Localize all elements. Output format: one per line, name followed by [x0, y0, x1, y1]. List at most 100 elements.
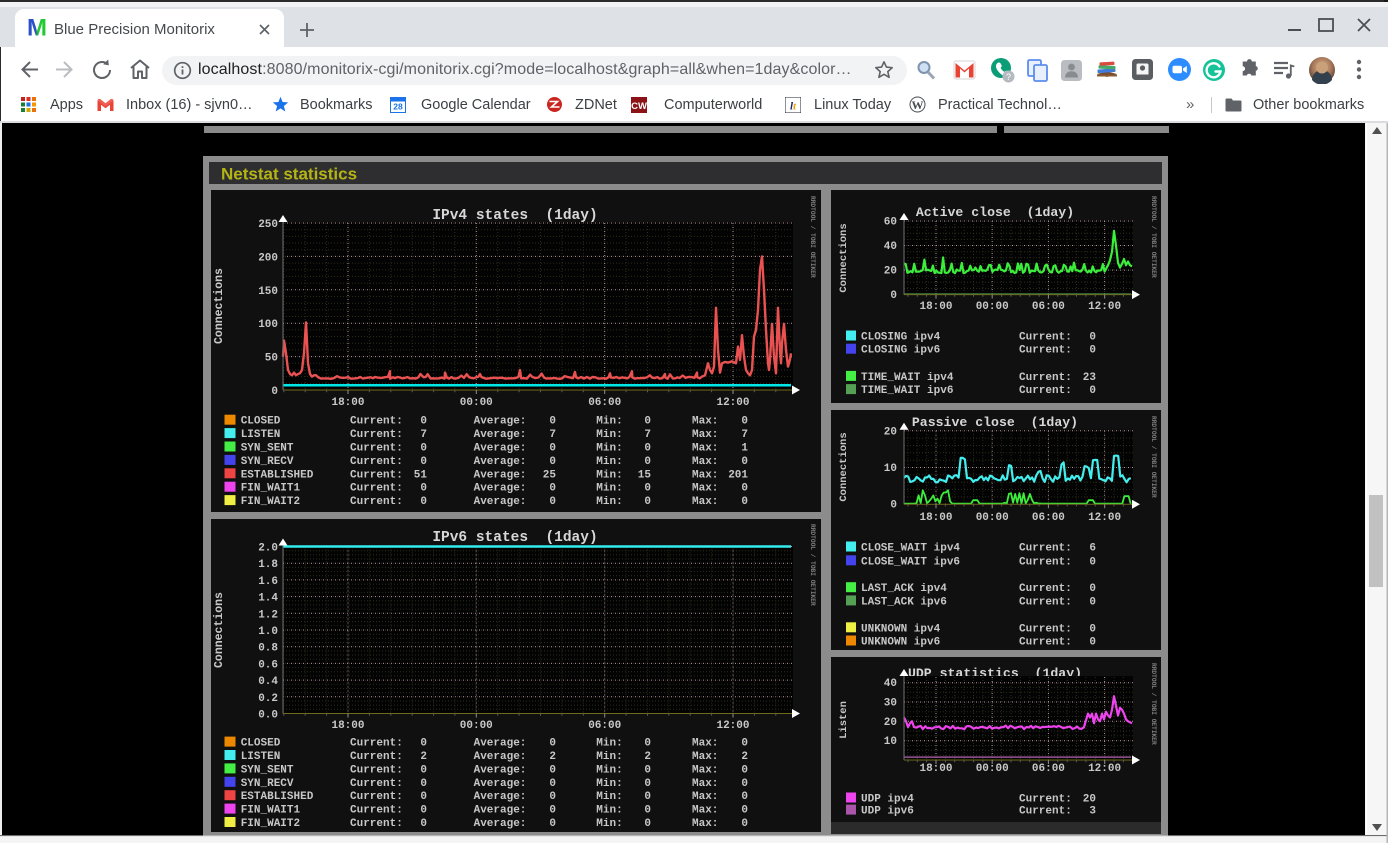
svg-text:Current:: Current: [350, 416, 403, 428]
svg-text:40: 40 [884, 678, 897, 690]
svg-text:Min:: Min: [596, 778, 622, 790]
svg-text:Current:: Current: [350, 469, 403, 481]
svg-text:0: 0 [271, 386, 278, 398]
svg-text:LISTEN: LISTEN [241, 751, 281, 763]
svg-text:10: 10 [884, 736, 897, 748]
svg-text:20: 20 [884, 426, 897, 438]
svg-text:18:00: 18:00 [331, 397, 364, 409]
svg-text:00:00: 00:00 [976, 763, 1009, 775]
svg-text:Max:: Max: [692, 751, 718, 763]
svg-text:0: 0 [644, 778, 651, 790]
svg-text:Current:: Current: [350, 483, 403, 495]
svg-text:Min:: Min: [596, 738, 622, 750]
svg-text:Min:: Min: [596, 483, 622, 495]
svg-text:RRDTOOL / TOBI OETIKER: RRDTOOL / TOBI OETIKER [809, 524, 816, 606]
svg-text:Current:: Current: [1019, 806, 1072, 818]
svg-text:23: 23 [1083, 372, 1097, 384]
svg-text:0: 0 [1089, 332, 1096, 344]
svg-text:1.8: 1.8 [258, 559, 278, 571]
svg-text:Current:: Current: [1019, 372, 1072, 384]
svg-text:Average:: Average: [474, 483, 527, 495]
svg-text:0: 0 [1089, 556, 1096, 568]
svg-text:Average:: Average: [474, 818, 527, 830]
svg-text:0.8: 0.8 [258, 643, 278, 655]
svg-text:20: 20 [884, 266, 897, 278]
svg-text:18:00: 18:00 [919, 301, 952, 313]
svg-text:60: 60 [884, 217, 897, 229]
svg-text:0: 0 [644, 496, 651, 508]
svg-text:0: 0 [741, 416, 748, 428]
svg-text:TIME_WAIT ipv4: TIME_WAIT ipv4 [861, 372, 954, 384]
svg-text:Current:: Current: [350, 818, 403, 830]
svg-text:Max:: Max: [692, 738, 718, 750]
svg-text:6: 6 [1089, 543, 1096, 555]
svg-text:00:00: 00:00 [460, 397, 493, 409]
svg-text:0: 0 [420, 738, 427, 750]
svg-text:7: 7 [420, 429, 427, 441]
svg-text:0: 0 [420, 778, 427, 790]
svg-text:CLOSE_WAIT ipv4: CLOSE_WAIT ipv4 [861, 543, 960, 555]
svg-text:0: 0 [1089, 345, 1096, 357]
svg-text:2: 2 [420, 751, 427, 763]
svg-text:CLOSED: CLOSED [241, 738, 281, 750]
svg-text:200: 200 [258, 252, 278, 264]
svg-text:0: 0 [644, 483, 651, 495]
svg-text:0: 0 [549, 791, 556, 803]
svg-text:Max:: Max: [692, 483, 718, 495]
svg-text:Current:: Current: [1019, 623, 1072, 635]
svg-text:Max:: Max: [692, 496, 718, 508]
svg-text:Max:: Max: [692, 443, 718, 455]
svg-text:12:00: 12:00 [716, 397, 749, 409]
svg-text:0: 0 [1089, 637, 1096, 649]
svg-text:CLOSE_WAIT ipv6: CLOSE_WAIT ipv6 [861, 556, 960, 568]
svg-text:0: 0 [890, 500, 897, 512]
svg-text:Min:: Min: [596, 456, 622, 468]
svg-text:Current:: Current: [350, 429, 403, 441]
svg-text:Min:: Min: [596, 764, 622, 776]
svg-text:0: 0 [420, 764, 427, 776]
svg-text:Current:: Current: [350, 791, 403, 803]
svg-text:2: 2 [741, 751, 748, 763]
svg-text:0: 0 [644, 791, 651, 803]
svg-text:Max:: Max: [692, 791, 718, 803]
svg-text:Max:: Max: [692, 818, 718, 830]
svg-text:Current:: Current: [1019, 794, 1072, 806]
svg-text:1.6: 1.6 [258, 576, 278, 588]
svg-text:00:00: 00:00 [976, 301, 1009, 313]
svg-text:0.6: 0.6 [258, 659, 278, 671]
svg-text:Max:: Max: [692, 456, 718, 468]
svg-text:201: 201 [728, 469, 748, 481]
svg-text:Current:: Current: [1019, 332, 1072, 344]
svg-text:06:00: 06:00 [588, 720, 621, 732]
svg-text:0: 0 [420, 456, 427, 468]
svg-text:0: 0 [1089, 385, 1096, 397]
svg-text:FIN_WAIT2: FIN_WAIT2 [241, 496, 300, 508]
svg-text:Max:: Max: [692, 778, 718, 790]
svg-text:0: 0 [741, 818, 748, 830]
svg-text:0: 0 [741, 778, 748, 790]
svg-text:Active close (1day): Active close (1day) [916, 205, 1074, 220]
svg-text:RRDTOOL / TOBI OETIKER: RRDTOOL / TOBI OETIKER [809, 196, 816, 278]
svg-text:Passive close (1day): Passive close (1day) [912, 415, 1078, 430]
svg-text:Min:: Min: [596, 805, 622, 817]
svg-text:Current:: Current: [1019, 583, 1072, 595]
svg-text:Current:: Current: [350, 764, 403, 776]
svg-text:40: 40 [884, 241, 897, 253]
svg-text:Average:: Average: [474, 805, 527, 817]
svg-text:0: 0 [1089, 596, 1096, 608]
svg-text:TIME_WAIT ipv6: TIME_WAIT ipv6 [861, 385, 953, 397]
svg-text:06:00: 06:00 [1032, 512, 1065, 524]
svg-text:0: 0 [1089, 583, 1096, 595]
svg-text:Max:: Max: [692, 764, 718, 776]
svg-text:Min:: Min: [596, 791, 622, 803]
svg-text:0: 0 [549, 738, 556, 750]
svg-text:18:00: 18:00 [919, 512, 952, 524]
svg-text:18:00: 18:00 [919, 763, 952, 775]
svg-text:0: 0 [420, 791, 427, 803]
svg-text:0: 0 [644, 764, 651, 776]
svg-text:Connections: Connections [213, 592, 226, 668]
svg-text:2: 2 [644, 751, 651, 763]
svg-text:Current:: Current: [350, 738, 403, 750]
svg-text:0.0: 0.0 [258, 710, 278, 722]
svg-text:RRDTOOL / TOBI OETIKER: RRDTOOL / TOBI OETIKER [1150, 663, 1157, 745]
